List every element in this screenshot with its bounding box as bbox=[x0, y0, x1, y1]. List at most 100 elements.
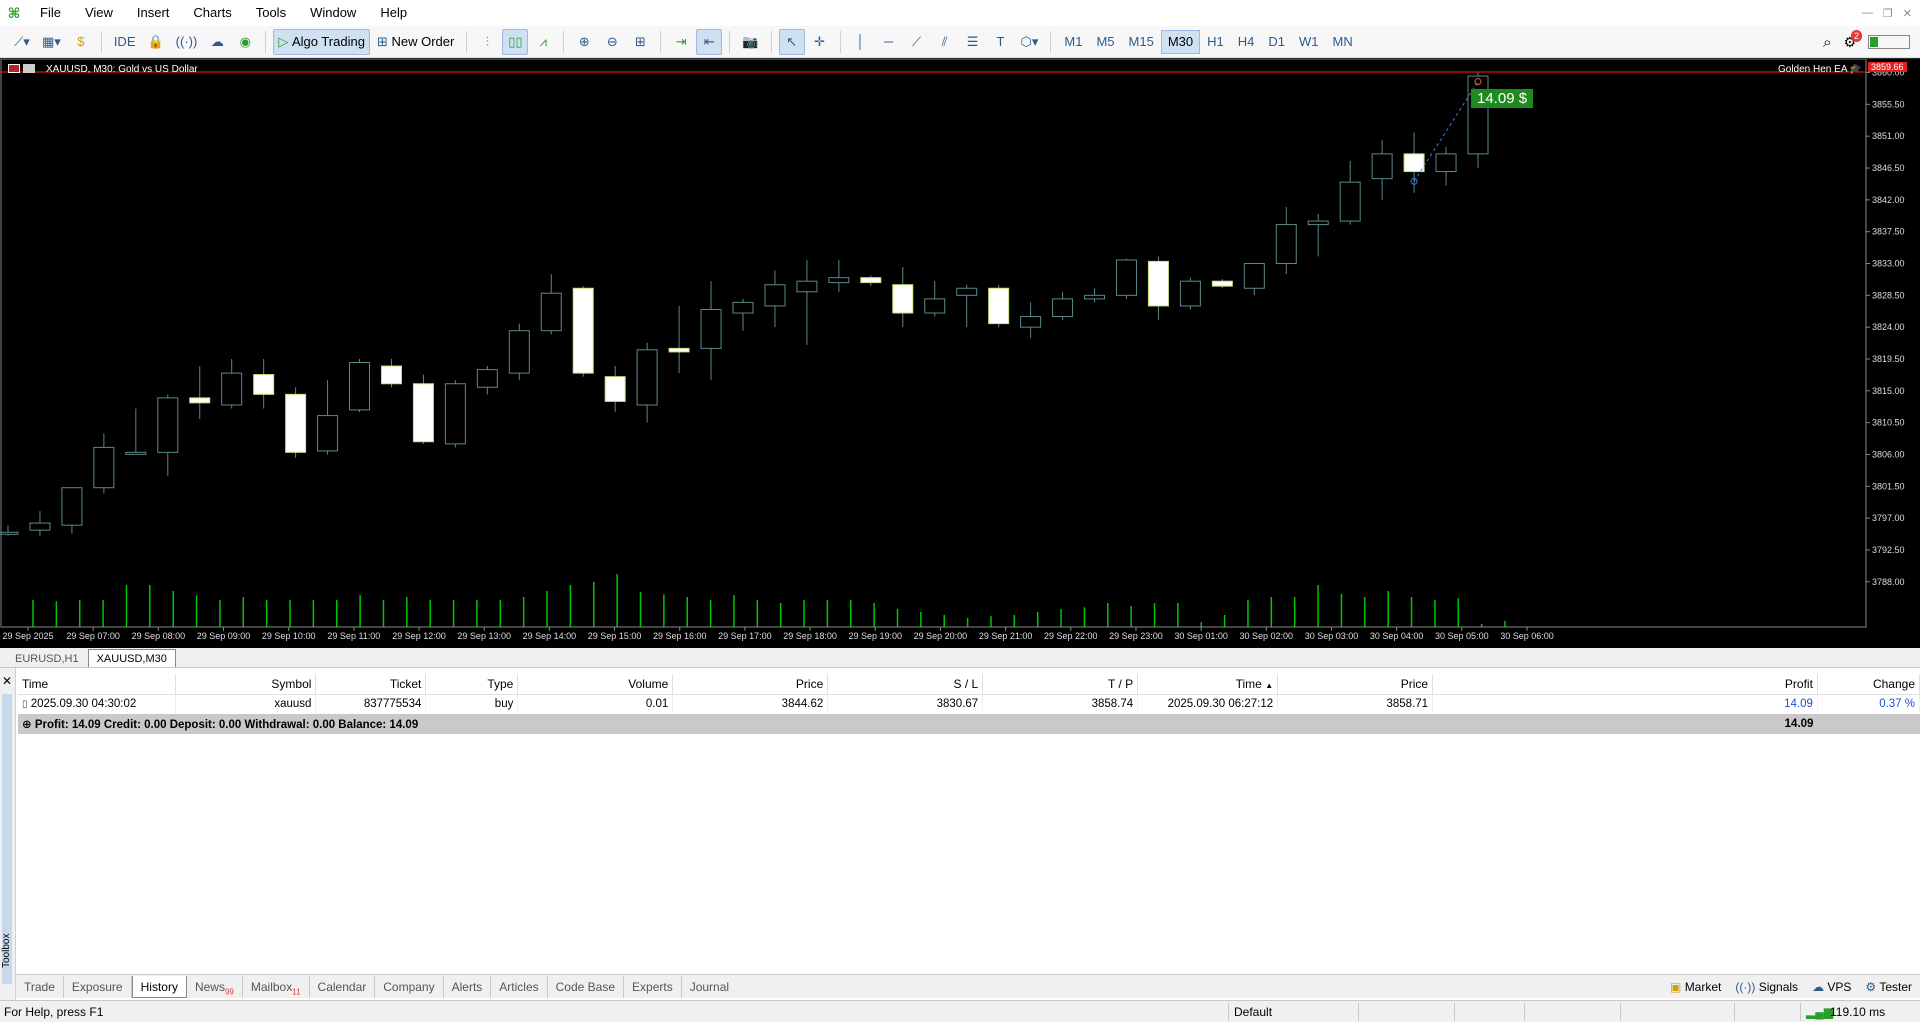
timeframe-m5[interactable]: M5 bbox=[1089, 30, 1121, 54]
text-tool-icon[interactable]: T bbox=[988, 29, 1014, 55]
menu-view[interactable]: View bbox=[73, 0, 125, 26]
notifications-icon[interactable]: ⚙ 2 bbox=[1843, 29, 1862, 51]
candle bbox=[540, 274, 562, 335]
autoscroll-icon[interactable]: ⇥ bbox=[668, 29, 694, 55]
col-change[interactable]: Change bbox=[1817, 674, 1920, 695]
menu-file[interactable]: File bbox=[28, 0, 73, 26]
trendline-icon[interactable]: ⟋ bbox=[904, 29, 930, 55]
fibonacci-icon[interactable]: ☰ bbox=[960, 29, 986, 55]
candle-body bbox=[93, 446, 115, 489]
tester-button[interactable]: ⚙ Tester bbox=[1865, 980, 1912, 994]
chart-frame bbox=[0, 59, 1867, 628]
chart-window[interactable]: 3860.00 3855.50 3851.00 3846.50 3842.00 3837.… bbox=[0, 58, 1920, 648]
chart-shift-icon[interactable]: ⇤ bbox=[696, 28, 723, 55]
menu-window[interactable]: Window bbox=[298, 0, 368, 26]
col-type[interactable]: Type bbox=[425, 674, 519, 695]
menu-insert[interactable]: Insert bbox=[125, 0, 182, 26]
zoom-in-icon[interactable]: ⊕ bbox=[571, 29, 597, 55]
table-row[interactable]: ▯ 2025.09.30 04:30:02 xauusd 837775534 b… bbox=[18, 694, 1920, 714]
col-volume[interactable]: Volume bbox=[517, 674, 674, 695]
tab-alerts[interactable]: Alerts bbox=[444, 975, 492, 998]
timeframe-w1[interactable]: W1 bbox=[1292, 30, 1326, 54]
cloud-icon[interactable]: ☁ bbox=[204, 29, 230, 55]
tab-news[interactable]: News99 bbox=[187, 975, 243, 998]
tab-code-base[interactable]: Code Base bbox=[548, 975, 625, 998]
algo-trading-button[interactable]: ▷ Algo Trading bbox=[273, 28, 370, 55]
menu-bar: ⌘ File View Insert Charts Tools Window H… bbox=[0, 0, 1920, 26]
timeframe-m1[interactable]: M1 bbox=[1057, 30, 1089, 54]
candlestick-icon[interactable]: ▯▯ bbox=[502, 28, 529, 55]
menu-help[interactable]: Help bbox=[368, 0, 419, 26]
expand-icon[interactable]: ⊕ bbox=[22, 719, 32, 731]
candle-body bbox=[253, 374, 275, 395]
tab-exposure[interactable]: Exposure bbox=[64, 975, 132, 998]
timeframe-h4[interactable]: H4 bbox=[1231, 30, 1262, 54]
ide-button[interactable]: IDE bbox=[109, 29, 141, 55]
shapes-icon[interactable]: ⬡▾ bbox=[1016, 29, 1044, 55]
cursor-icon[interactable]: ↖ bbox=[778, 28, 805, 55]
col-profit[interactable]: Profit bbox=[1432, 674, 1818, 695]
new-order-button[interactable]: ⊞ New Order bbox=[372, 29, 459, 55]
signals-button[interactable]: ((·)) Signals bbox=[1735, 980, 1798, 994]
candle-body bbox=[572, 287, 594, 374]
tab-company[interactable]: Company bbox=[375, 975, 444, 998]
tab-calendar[interactable]: Calendar bbox=[310, 975, 376, 998]
col-price[interactable]: Price bbox=[672, 674, 829, 695]
line-chart-icon[interactable]: ⩘ bbox=[530, 29, 556, 55]
timeframe-mn[interactable]: MN bbox=[1326, 30, 1360, 54]
candle bbox=[1020, 302, 1042, 338]
tab-trade[interactable]: Trade bbox=[16, 975, 64, 998]
zoom-out-icon[interactable]: ⊖ bbox=[599, 29, 625, 55]
menu-charts[interactable]: Charts bbox=[181, 0, 243, 26]
toolbar-separator bbox=[563, 30, 565, 53]
col-symbol[interactable]: Symbol bbox=[175, 674, 317, 695]
bar-chart-icon[interactable]: ⫶ bbox=[474, 29, 500, 55]
market-button[interactable]: ▣ Market bbox=[1670, 980, 1721, 994]
crosshair-icon[interactable]: ✛ bbox=[807, 29, 833, 55]
timeframe-m30[interactable]: M30 bbox=[1160, 29, 1201, 54]
chart-tab-xauusd[interactable]: XAUUSD,M30 bbox=[87, 649, 176, 667]
col-ticket[interactable]: Ticket bbox=[315, 674, 427, 695]
close-icon[interactable]: ✕ bbox=[1903, 7, 1912, 20]
close-icon[interactable]: ✕ bbox=[2, 674, 12, 688]
timeframe-d1[interactable]: D1 bbox=[1261, 30, 1292, 54]
tab-journal[interactable]: Journal bbox=[682, 976, 737, 998]
x-tick-label: 29 Sep 19:00 bbox=[848, 631, 902, 641]
search-icon[interactable]: ⌕ bbox=[1823, 34, 1831, 51]
col-time[interactable]: Time bbox=[18, 674, 177, 695]
candle-body bbox=[125, 451, 147, 455]
candle-body bbox=[1339, 181, 1361, 222]
chart-tab-eurusd[interactable]: EURUSD,H1 bbox=[6, 649, 88, 667]
market-watch-icon[interactable]: $ bbox=[68, 29, 94, 55]
tab-articles[interactable]: Articles bbox=[491, 975, 548, 998]
y-tick-label: 3810.50 bbox=[1872, 418, 1905, 428]
grid-icon[interactable]: ⊞ bbox=[627, 29, 653, 55]
minimize-icon[interactable]: — bbox=[1862, 7, 1873, 19]
chart-type-icon[interactable]: ⟋▾ bbox=[9, 29, 35, 55]
timeframe-h1[interactable]: H1 bbox=[1200, 30, 1231, 54]
col-close-time[interactable]: Time ▲ bbox=[1137, 674, 1279, 695]
tab-mailbox[interactable]: Mailbox11 bbox=[243, 975, 310, 998]
globe-icon[interactable]: ◉ bbox=[232, 29, 258, 55]
screenshot-icon[interactable]: 📷 bbox=[737, 29, 763, 55]
signal-icon[interactable]: ((·)) bbox=[171, 29, 203, 55]
vps-button[interactable]: ☁ VPS bbox=[1812, 980, 1851, 994]
chart-canvas[interactable]: 3860.003855.503851.003846.503842.003837.… bbox=[0, 59, 1920, 649]
summary-row[interactable]: ⊕ Profit: 14.09 Credit: 0.00 Deposit: 0.… bbox=[18, 714, 1920, 734]
restore-icon[interactable]: ❐ bbox=[1883, 7, 1893, 20]
menu-tools[interactable]: Tools bbox=[244, 0, 298, 26]
col-sl[interactable]: S / L bbox=[827, 674, 984, 695]
col-close-price[interactable]: Price bbox=[1277, 674, 1434, 695]
col-tp[interactable]: T / P bbox=[982, 674, 1139, 695]
signals-label: Signals bbox=[1758, 980, 1799, 994]
channel-icon[interactable]: ⫽ bbox=[932, 29, 958, 55]
lock-icon[interactable]: 🔒 bbox=[142, 29, 168, 55]
tab-experts[interactable]: Experts bbox=[624, 975, 682, 998]
y-tick-label: 3819.50 bbox=[1872, 354, 1905, 364]
vertical-line-icon[interactable]: │ bbox=[848, 29, 874, 55]
timeframe-m15[interactable]: M15 bbox=[1122, 30, 1161, 54]
horizontal-line-icon[interactable]: ─ bbox=[876, 29, 902, 55]
templates-icon[interactable]: ▦▾ bbox=[37, 29, 66, 55]
candle-body bbox=[61, 487, 83, 526]
tab-history[interactable]: History bbox=[131, 975, 187, 998]
